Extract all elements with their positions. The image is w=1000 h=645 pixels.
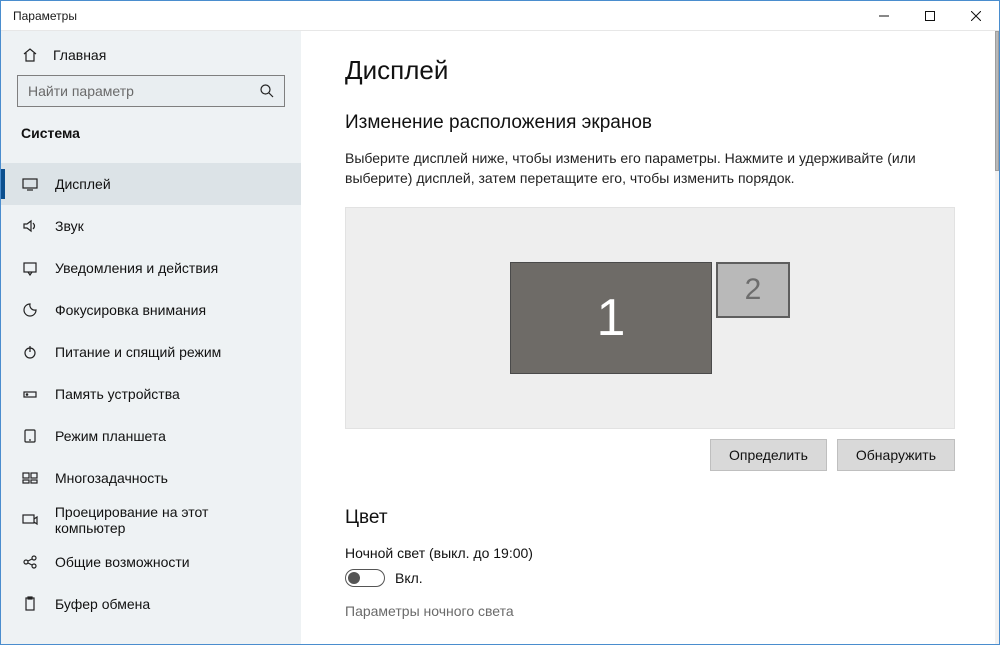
tablet-icon (21, 428, 39, 444)
close-button[interactable] (953, 1, 999, 30)
home-nav[interactable]: Главная (1, 39, 301, 75)
color-heading: Цвет (345, 507, 955, 529)
night-light-toggle-row: Вкл. (345, 569, 955, 587)
sidebar-item-label: Дисплей (55, 176, 111, 192)
arrange-description: Выберите дисплей ниже, чтобы изменить ег… (345, 148, 955, 189)
sidebar-item-label: Память устройства (55, 386, 180, 402)
page-title: Дисплей (345, 55, 955, 86)
window-title: Параметры (1, 9, 861, 23)
clipboard-icon (21, 596, 39, 612)
maximize-button[interactable] (907, 1, 953, 30)
search-box[interactable] (17, 75, 285, 107)
sidebar-item-label: Режим планшета (55, 428, 166, 444)
sidebar-item-projecting[interactable]: Проецирование на этот компьютер (1, 499, 301, 541)
scrollbar-track[interactable] (995, 31, 999, 644)
titlebar: Параметры (1, 1, 999, 31)
projecting-icon (21, 512, 39, 528)
content-area: Дисплей Изменение расположения экранов В… (301, 31, 999, 644)
shared-icon (21, 554, 39, 570)
scrollbar-thumb[interactable] (995, 31, 999, 171)
sidebar-item-power[interactable]: Питание и спящий режим (1, 331, 301, 373)
display-icon (21, 176, 39, 192)
sidebar-item-storage[interactable]: Память устройства (1, 373, 301, 415)
toggle-knob (348, 572, 360, 584)
display-arrangement-area[interactable]: 1 2 (345, 207, 955, 429)
sidebar-item-label: Многозадачность (55, 470, 168, 486)
settings-window: Параметры Главная (0, 0, 1000, 645)
sidebar: Главная Система Дисплей (1, 31, 301, 644)
window-controls (861, 1, 999, 30)
arrange-heading: Изменение расположения экранов (345, 112, 955, 134)
identify-button[interactable]: Определить (710, 439, 827, 471)
home-label: Главная (53, 47, 106, 63)
storage-icon (21, 386, 39, 402)
focus-icon (21, 302, 39, 318)
sidebar-item-multitask[interactable]: Многозадачность (1, 457, 301, 499)
sidebar-item-sound[interactable]: Звук (1, 205, 301, 247)
minimize-button[interactable] (861, 1, 907, 30)
sidebar-item-shared[interactable]: Общие возможности (1, 541, 301, 583)
monitor-2[interactable]: 2 (716, 262, 790, 318)
window-body: Главная Система Дисплей (1, 31, 999, 644)
toggle-state-label: Вкл. (395, 570, 423, 586)
sidebar-item-label: Звук (55, 218, 84, 234)
search-icon[interactable] (250, 83, 284, 99)
night-light-label: Ночной свет (выкл. до 19:00) (345, 545, 955, 561)
search-container (1, 75, 301, 125)
detect-button[interactable]: Обнаружить (837, 439, 955, 471)
sidebar-item-label: Фокусировка внимания (55, 302, 206, 318)
monitors-group: 1 2 (346, 208, 954, 428)
power-icon (21, 344, 39, 360)
sidebar-item-label: Питание и спящий режим (55, 344, 221, 360)
sidebar-item-label: Буфер обмена (55, 596, 150, 612)
notifications-icon (21, 260, 39, 276)
monitor-1[interactable]: 1 (510, 262, 712, 374)
sidebar-item-notifications[interactable]: Уведомления и действия (1, 247, 301, 289)
multitask-icon (21, 470, 39, 486)
sidebar-item-display[interactable]: Дисплей (1, 163, 301, 205)
sidebar-item-label: Уведомления и действия (55, 260, 218, 276)
display-buttons-row: Определить Обнаружить (345, 439, 955, 471)
sidebar-item-label: Общие возможности (55, 554, 190, 570)
search-input[interactable] (18, 76, 250, 106)
sound-icon (21, 218, 39, 234)
night-light-settings-link[interactable]: Параметры ночного света (345, 603, 955, 619)
night-light-toggle[interactable] (345, 569, 385, 587)
sidebar-item-label: Проецирование на этот компьютер (55, 504, 281, 536)
sidebar-item-focus[interactable]: Фокусировка внимания (1, 289, 301, 331)
sidebar-item-tablet[interactable]: Режим планшета (1, 415, 301, 457)
sidebar-item-clipboard[interactable]: Буфер обмена (1, 583, 301, 625)
sidebar-section-title: Система (1, 125, 301, 163)
sidebar-nav: Дисплей Звук Уведомления и действия (1, 163, 301, 625)
home-icon (21, 47, 39, 63)
